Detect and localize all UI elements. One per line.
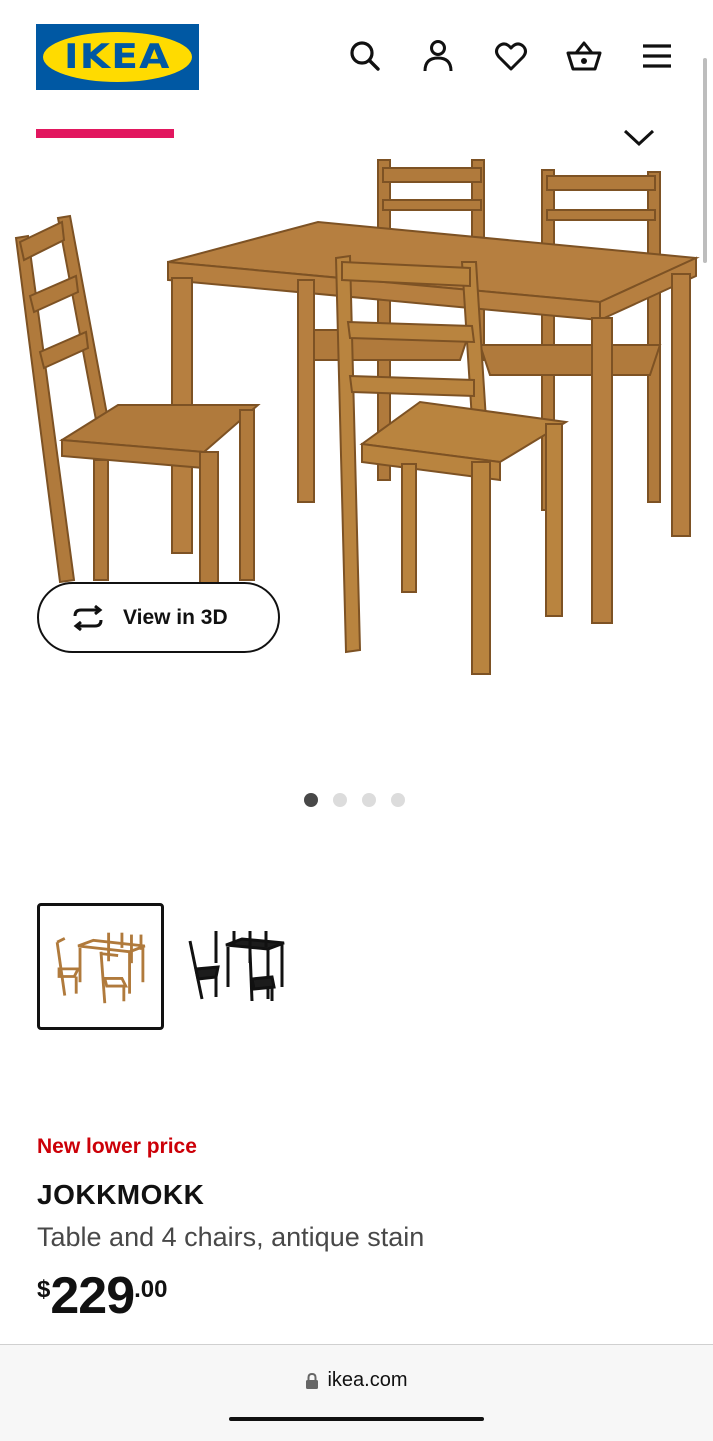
account-icon[interactable] (420, 38, 456, 74)
price-currency: $ (37, 1276, 51, 1303)
home-indicator[interactable] (229, 1417, 484, 1421)
product-price: $229.00 (37, 1270, 168, 1322)
pagination-dot[interactable] (304, 793, 318, 807)
pagination-dot[interactable] (333, 793, 347, 807)
price-integer: 229 (50, 1267, 135, 1325)
front-chair (334, 254, 569, 675)
logo-oval: IKEA (43, 32, 192, 82)
product-image[interactable] (0, 120, 713, 760)
view-in-3d-label: View in 3D (123, 605, 228, 629)
pagination-dot[interactable] (362, 793, 376, 807)
price-decimal: .00 (134, 1276, 168, 1303)
lock-icon (306, 1372, 319, 1389)
product-description: Table and 4 chairs, antique stain (37, 1222, 425, 1252)
variant-thumbnail-black-brown[interactable] (186, 903, 313, 1030)
variant-image-black-brown (188, 931, 285, 1002)
logo-text: IKEA (64, 37, 171, 77)
pagination-dot[interactable] (391, 793, 405, 807)
rotate-3d-icon (73, 604, 103, 631)
product-name: JOKKMOKK (37, 1179, 205, 1210)
variant-image-antique-stain (55, 932, 146, 1004)
variant-thumbnail-antique-stain[interactable] (37, 903, 164, 1030)
basket-icon[interactable] (566, 38, 602, 74)
menu-icon[interactable] (639, 38, 675, 74)
site-header: IKEA (0, 0, 713, 120)
browser-address-bar: ikea.com (0, 1344, 713, 1441)
ikea-logo[interactable]: IKEA (36, 24, 199, 90)
url-field[interactable]: ikea.com (0, 1369, 713, 1392)
url-text: ikea.com (327, 1369, 408, 1391)
gallery-pagination (304, 793, 405, 809)
view-in-3d-button[interactable]: View in 3D (37, 582, 280, 653)
heart-icon[interactable] (493, 38, 529, 74)
search-icon[interactable] (347, 38, 383, 74)
price-badge: New lower price (37, 1135, 197, 1158)
